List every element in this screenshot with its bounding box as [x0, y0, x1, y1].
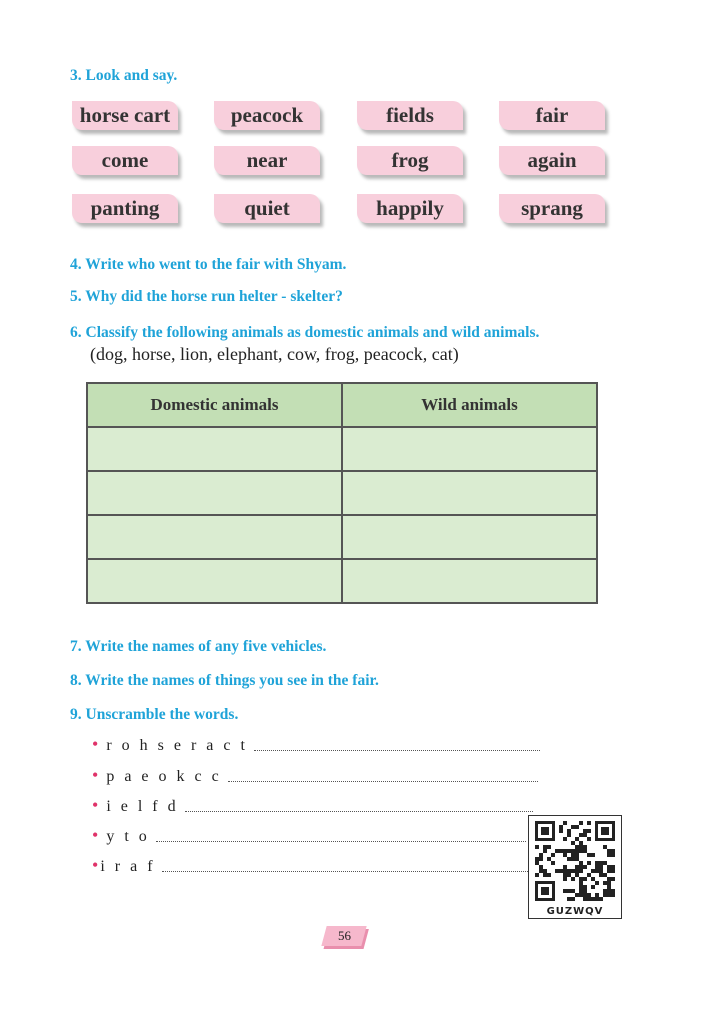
- wild-animals-header: Wild animals: [341, 382, 598, 428]
- scramble-item: • p a e o k c c: [92, 764, 538, 786]
- bullet-icon: •: [92, 825, 99, 845]
- question-3-title: 3. Look and say.: [70, 67, 178, 84]
- answer-line[interactable]: [184, 810, 533, 812]
- question-6-title: 6. Classify the following animals as dom…: [70, 324, 540, 341]
- qr-code-icon: [535, 821, 615, 901]
- question-9-title: 9. Unscramble the words.: [70, 706, 239, 723]
- word-card: panting: [72, 194, 178, 223]
- answer-line[interactable]: [155, 840, 526, 842]
- page-number-tag: 56: [321, 926, 367, 946]
- question-7-title: 7. Write the names of any five vehicles.: [70, 638, 327, 655]
- answer-line[interactable]: [253, 749, 540, 751]
- question-8-title: 8. Write the names of things you see in …: [70, 672, 379, 689]
- answer-cell[interactable]: [86, 514, 343, 560]
- word-card: near: [214, 146, 320, 175]
- word-card: fields: [357, 101, 463, 130]
- word-card: quiet: [214, 194, 320, 223]
- table-row: [86, 426, 598, 472]
- word-card: happily: [357, 194, 463, 223]
- word-card: fair: [499, 101, 605, 130]
- table-row: [86, 514, 598, 560]
- bullet-icon: •: [92, 795, 99, 815]
- table-row: [86, 470, 598, 516]
- table-row: [86, 558, 598, 604]
- word-card: peacock: [214, 101, 320, 130]
- word-card: again: [499, 146, 605, 175]
- qr-code-label: GUZWQV: [546, 906, 604, 917]
- page-number: 56: [337, 928, 351, 943]
- answer-cell[interactable]: [86, 470, 343, 516]
- table-header-row: Domestic animals Wild animals: [86, 382, 598, 428]
- scramble-item: • y t o: [92, 824, 526, 846]
- bullet-icon: •: [92, 855, 99, 875]
- question-4-title: 4. Write who went to the fair with Shyam…: [70, 256, 347, 273]
- domestic-animals-header: Domestic animals: [86, 382, 343, 428]
- scramble-item: • i r a f: [92, 854, 530, 876]
- classification-table: Domestic animals Wild animals: [86, 382, 598, 604]
- word-card: come: [72, 146, 178, 175]
- answer-cell[interactable]: [341, 470, 598, 516]
- answer-cell[interactable]: [341, 558, 598, 604]
- answer-cell[interactable]: [341, 514, 598, 560]
- word-card: sprang: [499, 194, 605, 223]
- answer-line[interactable]: [227, 780, 538, 782]
- scramble-item: • i e l f d: [92, 794, 533, 816]
- word-card: horse cart: [72, 101, 178, 130]
- animal-list-hint: (dog, horse, lion, elephant, cow, frog, …: [90, 344, 459, 364]
- scrambled-word: p a e o k c c: [106, 768, 222, 785]
- scrambled-word: r o h s e r a c t: [106, 737, 248, 754]
- answer-cell[interactable]: [86, 426, 343, 472]
- answer-line[interactable]: [161, 870, 530, 872]
- scramble-item: • r o h s e r a c t: [92, 733, 540, 755]
- answer-cell[interactable]: [86, 558, 343, 604]
- qr-code[interactable]: GUZWQV: [528, 815, 622, 919]
- question-5-title: 5. Why did the horse run helter - skelte…: [70, 288, 343, 305]
- scrambled-word: i r a f: [100, 858, 156, 875]
- word-card: frog: [357, 146, 463, 175]
- answer-cell[interactable]: [341, 426, 598, 472]
- scrambled-word: y t o: [106, 828, 150, 845]
- bullet-icon: •: [92, 765, 99, 785]
- bullet-icon: •: [92, 734, 99, 754]
- scrambled-word: i e l f d: [106, 798, 179, 815]
